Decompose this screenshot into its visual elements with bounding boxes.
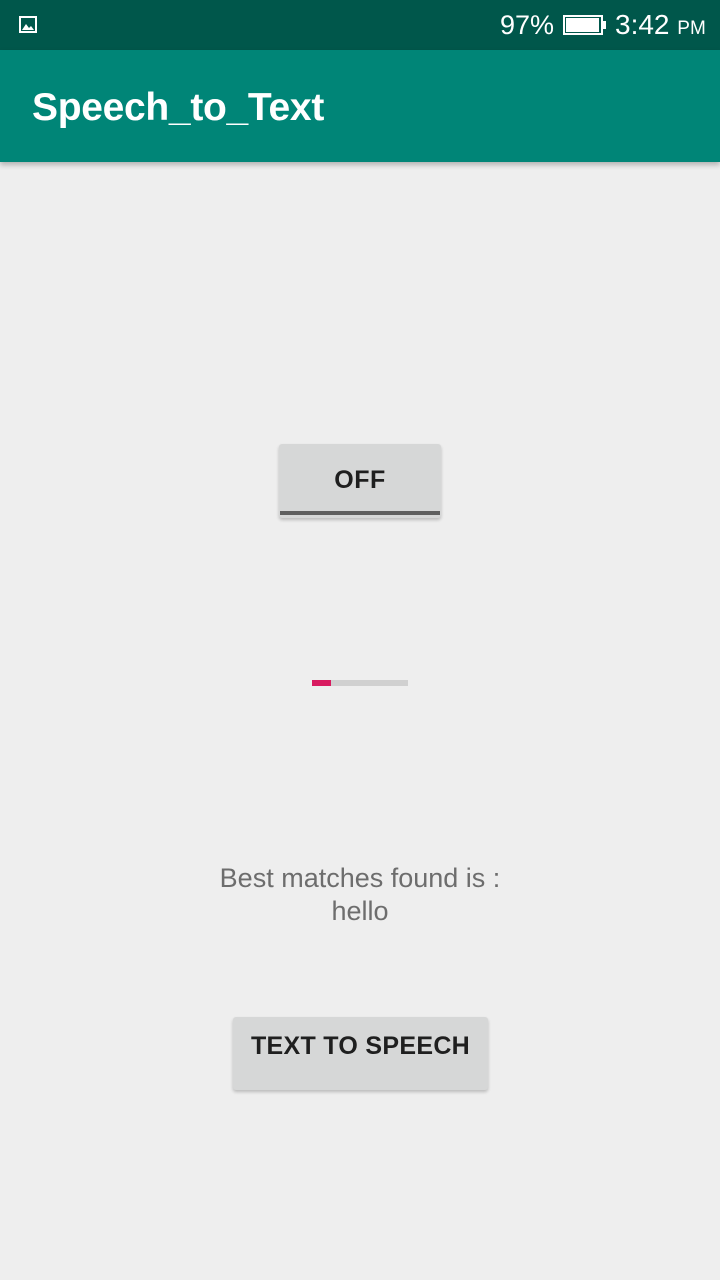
status-bar: 97% 3:42 PM [0, 0, 720, 50]
result-text: Best matches found is : hello [160, 862, 560, 928]
image-notification-icon [19, 16, 37, 33]
result-label: Best matches found is : [219, 863, 501, 893]
toggle-off-indicator [280, 511, 440, 515]
clock-time: 3:42 [615, 9, 670, 40]
battery-icon [563, 15, 606, 35]
speech-toggle-button[interactable]: OFF [279, 444, 441, 518]
battery-percent: 97% [500, 10, 555, 40]
clock-ampm: PM [677, 18, 706, 39]
clock: 3:42 PM [615, 10, 706, 44]
app-title: Speech_to_Text [32, 86, 325, 129]
progress-fill [312, 680, 332, 686]
text-to-speech-button[interactable]: TEXT TO SPEECH [233, 1017, 488, 1090]
toggle-label: OFF [334, 466, 386, 494]
listening-progress-bar [312, 680, 408, 686]
result-value: hello [331, 896, 389, 926]
app-bar: Speech_to_Text [0, 50, 720, 162]
